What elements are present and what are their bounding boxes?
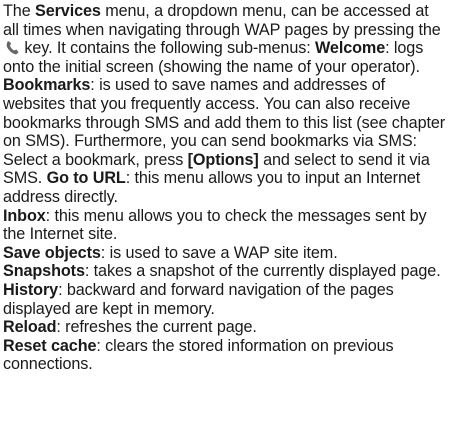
bookmarks-term: Bookmarks xyxy=(3,76,91,95)
phone-handset-key-icon xyxy=(5,40,19,55)
reload-term: Reload xyxy=(3,318,57,337)
history-description: : backward and forward navigation of the… xyxy=(3,280,394,318)
list-item: Reload: refreshes the current page. xyxy=(3,318,447,337)
inbox-description: : this menu allows you to check the mess… xyxy=(3,206,427,244)
options-key-label: [Options] xyxy=(187,150,259,169)
snapshots-term: Snapshots xyxy=(3,262,85,281)
welcome-term: Welcome xyxy=(315,39,386,58)
snapshots-description: : takes a snapshot of the currently disp… xyxy=(84,262,441,281)
list-item: Inbox: this menu allows you to check the… xyxy=(3,207,447,244)
intro-text: key. It contains the following sub-menus… xyxy=(20,39,316,58)
save-objects-description: : is used to save a WAP site item. xyxy=(100,243,338,262)
reset-cache-term: Reset cache xyxy=(3,336,97,355)
intro-paragraph: The Services menu, a dropdown menu, can … xyxy=(3,2,447,207)
list-item: History: backward and forward navigation… xyxy=(3,281,447,318)
manual-text-block: The Services menu, a dropdown menu, can … xyxy=(3,2,447,374)
save-objects-term: Save objects xyxy=(3,243,101,262)
inbox-term: Inbox xyxy=(3,206,46,225)
list-item: Reset cache: clears the stored informati… xyxy=(3,337,447,374)
intro-text: The xyxy=(3,2,35,20)
go-to-url-term: Go to URL xyxy=(46,169,126,188)
list-item: Snapshots: takes a snapshot of the curre… xyxy=(3,262,447,281)
history-term: History xyxy=(3,280,59,299)
reload-description: : refreshes the current page. xyxy=(56,318,257,337)
services-term: Services xyxy=(35,2,101,20)
list-item: Save objects: is used to save a WAP site… xyxy=(3,244,447,263)
